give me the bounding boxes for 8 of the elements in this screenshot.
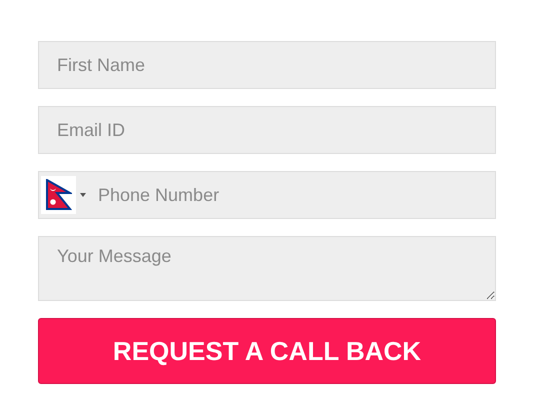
message-field[interactable]: Your Message [38,236,496,301]
phone-input[interactable]: Phone Number [93,172,495,218]
caret-icon [80,193,86,197]
text-field[interactable]: First Name [38,41,496,89]
request-call-button[interactable]: REQUEST A CALL BACK [38,318,496,384]
phone-field[interactable]: Phone Number [38,171,496,219]
flag-icon [46,179,72,211]
text-field[interactable]: Email ID [38,106,496,154]
